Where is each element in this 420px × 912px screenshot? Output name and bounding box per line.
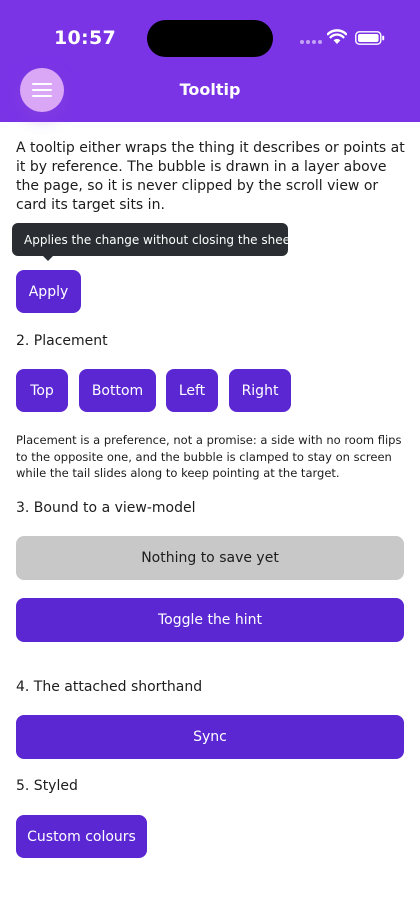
styled-heading: 5. Styled: [16, 778, 78, 794]
status-time: 10:57: [54, 27, 116, 49]
custom-colours-button[interactable]: Custom colours: [16, 815, 147, 858]
placement-left-button[interactable]: Left: [166, 369, 218, 412]
sync-button[interactable]: Sync: [16, 715, 404, 759]
signal-icon: [300, 40, 322, 45]
placement-top-button[interactable]: Top: [16, 369, 68, 412]
dynamic-island: [147, 20, 273, 57]
tooltip-bubble: Applies the change without closing the s…: [12, 223, 299, 256]
tooltip-tail: [42, 255, 54, 261]
placement-bottom-button[interactable]: Bottom: [79, 369, 156, 412]
placement-note: Placement is a preference, not a promise…: [16, 433, 402, 480]
attached-heading: 4. The attached shorthand: [16, 679, 203, 695]
status-bar: 10:57: [0, 0, 420, 76]
toggle-hint-button[interactable]: Toggle the hint: [16, 598, 404, 642]
app-header: 10:57 Tooltip: [0, 0, 420, 122]
bound-heading: 3. Bound to a view-model: [16, 500, 196, 516]
placement-heading: 2. Placement: [16, 333, 108, 349]
nothing-to-save-button[interactable]: Nothing to save yet: [16, 536, 404, 580]
intro-text: A tooltip either wraps the thing it desc…: [16, 140, 405, 213]
apply-button[interactable]: Apply: [16, 270, 81, 313]
battery-icon: [355, 31, 385, 45]
placement-right-button[interactable]: Right: [229, 369, 291, 412]
page-title: Tooltip: [179, 80, 241, 99]
wifi-icon: [327, 29, 347, 44]
